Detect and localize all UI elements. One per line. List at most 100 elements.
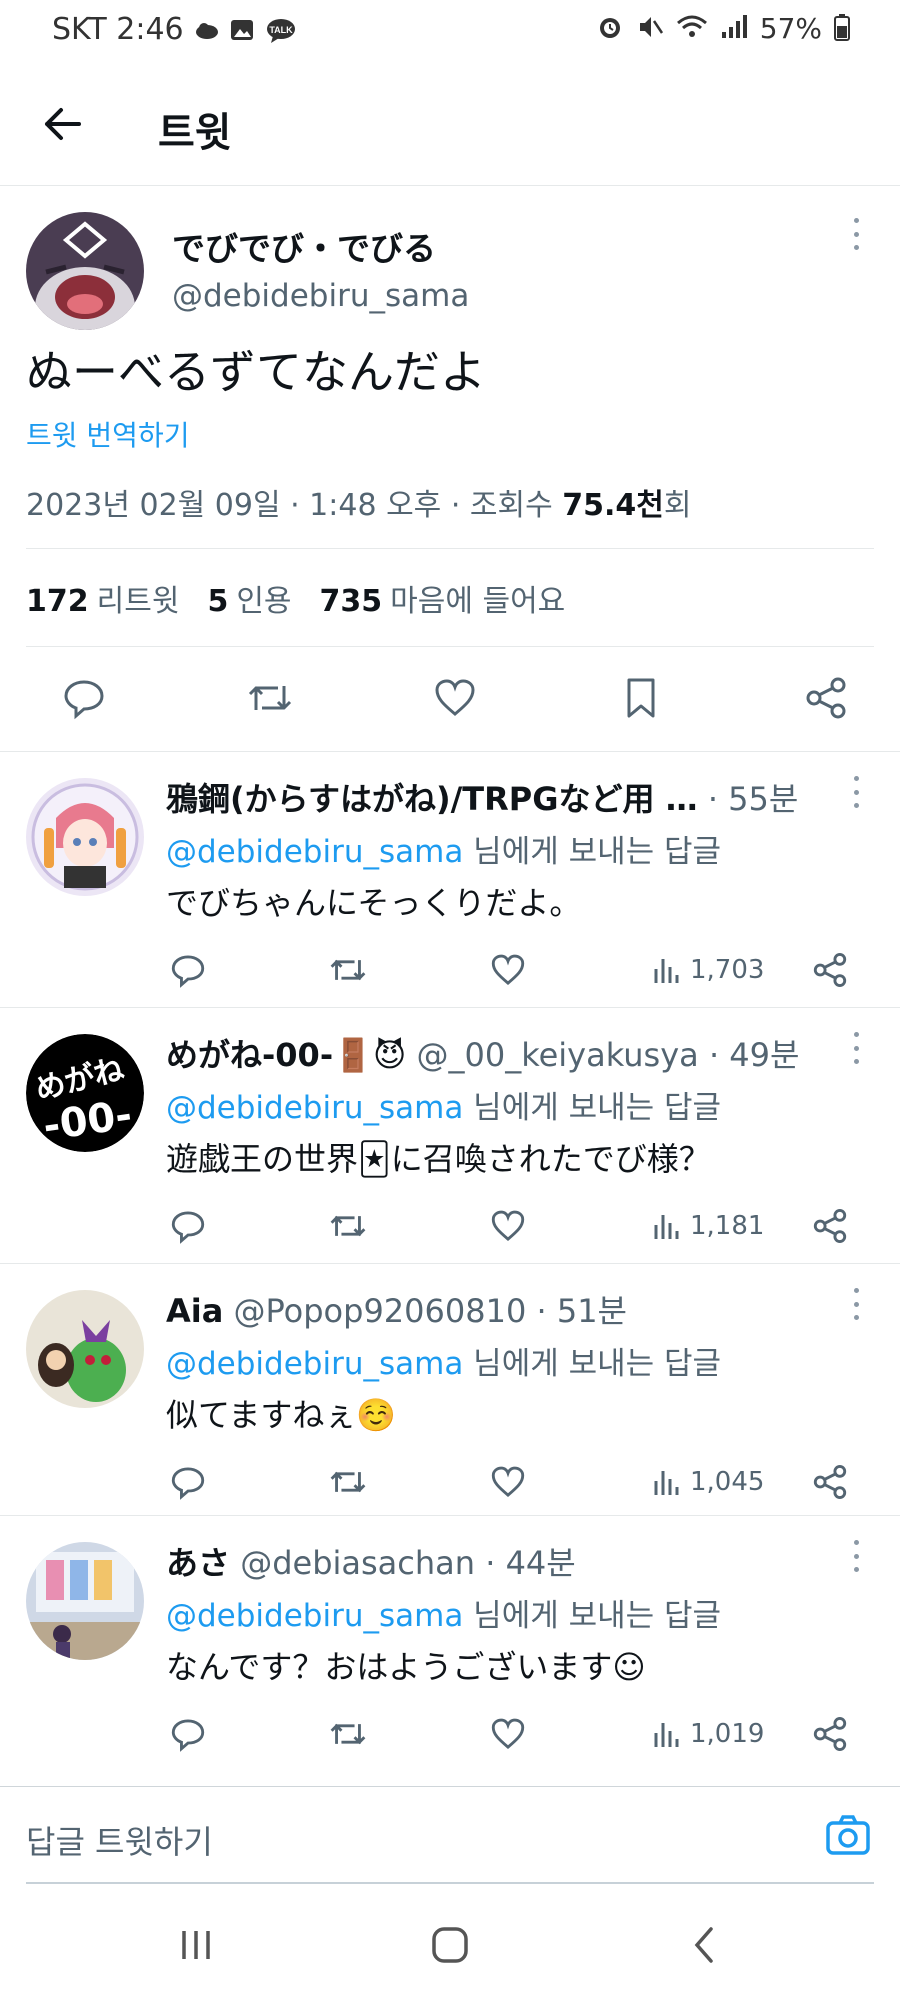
back-button[interactable] — [38, 102, 88, 146]
more-options-icon[interactable] — [846, 1536, 866, 1576]
tweet-timestamp: 2023년 02월 09일 · 1:48 오후 · 조회수 — [26, 488, 563, 523]
main-tweet: でびでび・でびる @debidebiru_sama ぬーべるずてなんだよ 트윗 … — [0, 186, 900, 752]
bookmark-icon[interactable] — [617, 674, 665, 722]
like-icon[interactable] — [490, 1712, 526, 1756]
retweet-icon[interactable] — [246, 674, 294, 722]
reply-actions: 1,703 — [170, 948, 850, 992]
home-icon — [432, 1927, 468, 1963]
page-title: 트윗 — [158, 110, 232, 156]
mention-link[interactable]: @debidebiru_sama — [166, 1598, 463, 1634]
more-options-icon[interactable] — [846, 214, 866, 254]
views-stat[interactable]: 1,181 — [652, 1204, 764, 1248]
status-time: SKT 2:46 — [52, 12, 184, 47]
reply-actions: 1,181 — [170, 1204, 850, 1248]
arrow-left-icon — [45, 108, 81, 140]
wifi-icon — [676, 13, 708, 45]
reply-icon[interactable] — [60, 674, 108, 722]
battery-percent: 57% — [759, 12, 822, 45]
analytics-icon — [654, 1723, 679, 1747]
reply-author-handle[interactable]: @Popop92060810 — [223, 1292, 527, 1330]
translate-link[interactable]: 트윗 번역하기 — [26, 414, 189, 454]
avatar[interactable] — [26, 1542, 144, 1660]
tweet-actions — [60, 674, 850, 722]
reply-input[interactable]: 답글 트윗하기 — [26, 1817, 213, 1863]
reply-author-name[interactable]: Aia — [166, 1292, 223, 1330]
avatar[interactable] — [26, 778, 144, 896]
reply-icon[interactable] — [170, 1460, 206, 1504]
views-count: 1,703 — [690, 955, 765, 985]
retweet-stat[interactable]: 172 리트윗 — [26, 576, 179, 620]
views-stat[interactable]: 1,703 — [652, 948, 764, 992]
views-stat[interactable]: 1,019 — [652, 1712, 764, 1756]
reply-author-name[interactable]: めがね-00-🚪😈 — [166, 1036, 406, 1074]
top-app-bar: 트윗 — [0, 62, 900, 186]
reply-actions: 1,019 — [170, 1712, 850, 1756]
view-count[interactable]: 75.4천 — [562, 488, 664, 523]
gallery-icon — [230, 18, 256, 42]
analytics-icon — [654, 1471, 679, 1495]
home-button[interactable] — [420, 1920, 480, 1970]
replying-to: @debidebiru_sama 님에게 보내는 답글 — [166, 834, 722, 870]
recents-icon — [182, 1931, 210, 1959]
reply-text: 似てますねぇ☺️ — [166, 1396, 397, 1434]
system-nav-bar — [0, 1890, 900, 2000]
reply-tweet[interactable]: あさ @debiasachan · 44분 @debidebiru_sama 님… — [0, 1516, 900, 1786]
back-nav-button[interactable] — [674, 1920, 734, 1970]
more-options-icon[interactable] — [846, 1028, 866, 1068]
mention-link[interactable]: @debidebiru_sama — [166, 1090, 463, 1126]
like-icon[interactable] — [490, 1460, 526, 1504]
more-options-icon[interactable] — [846, 772, 866, 812]
avatar[interactable] — [26, 212, 144, 330]
mention-link[interactable]: @debidebiru_sama — [166, 1346, 463, 1382]
avatar[interactable] — [26, 1290, 144, 1408]
camera-icon[interactable] — [824, 1811, 872, 1859]
reply-author-name[interactable]: あさ — [166, 1544, 230, 1582]
share-icon[interactable] — [812, 1204, 848, 1248]
reply-time: · 44분 — [475, 1544, 576, 1582]
recent-apps-button[interactable] — [166, 1920, 226, 1970]
views-count: 1,019 — [690, 1719, 765, 1749]
avatar[interactable]: めがね -00- — [26, 1034, 144, 1152]
retweet-icon[interactable] — [328, 1460, 368, 1504]
reply-author-name[interactable]: 鴉鋼(からすはがね)/TRPGなど用 … — [166, 780, 698, 818]
reply-header: あさ @debiasachan · 44분 — [166, 1538, 836, 1584]
author-name[interactable]: でびでび・でびる — [172, 222, 436, 270]
reply-time: · 51분 — [526, 1292, 627, 1330]
tweet-stats: 172 리트윗 5 인용 735 마음에 들어요 — [26, 576, 565, 620]
reply-author-handle[interactable]: @_00_keiyakusya — [406, 1036, 698, 1074]
retweet-icon[interactable] — [328, 1712, 368, 1756]
analytics-icon — [654, 1215, 679, 1239]
reply-icon[interactable] — [170, 948, 206, 992]
mention-link[interactable]: @debidebiru_sama — [166, 834, 463, 870]
like-icon[interactable] — [490, 1204, 526, 1248]
like-icon[interactable] — [490, 948, 526, 992]
share-icon[interactable] — [812, 1460, 848, 1504]
views-stat[interactable]: 1,045 — [652, 1460, 764, 1504]
quote-stat[interactable]: 5 인용 — [207, 576, 291, 620]
author-handle[interactable]: @debidebiru_sama — [172, 278, 469, 314]
reply-icon[interactable] — [170, 1712, 206, 1756]
share-icon[interactable] — [802, 674, 850, 722]
views-count: 1,181 — [690, 1211, 765, 1241]
retweet-icon[interactable] — [328, 1204, 368, 1248]
views-count: 1,045 — [690, 1467, 765, 1497]
reply-composer: 답글 트윗하기 — [0, 1786, 900, 1884]
share-icon[interactable] — [812, 1712, 848, 1756]
share-icon[interactable] — [812, 948, 848, 992]
replying-to: @debidebiru_sama 님에게 보내는 답글 — [166, 1346, 722, 1382]
more-options-icon[interactable] — [846, 1284, 866, 1324]
reply-tweet[interactable]: Aia @Popop92060810 · 51분 @debidebiru_sam… — [0, 1264, 900, 1516]
reply-author-handle[interactable]: @debiasachan — [230, 1544, 475, 1582]
cloud-icon — [194, 18, 220, 42]
reply-tweet[interactable]: めがね -00- めがね-00-🚪😈 @_00_keiyakusya · 49분… — [0, 1008, 900, 1264]
reply-actions: 1,045 — [170, 1460, 850, 1504]
reply-icon[interactable] — [170, 1204, 206, 1248]
like-stat[interactable]: 735 마음에 들어요 — [320, 576, 566, 620]
reply-time: · 49분 — [698, 1036, 800, 1074]
retweet-icon[interactable] — [328, 948, 368, 992]
like-icon[interactable] — [431, 674, 479, 722]
battery-icon — [834, 13, 850, 45]
reply-tweet[interactable]: 鴉鋼(からすはがね)/TRPGなど用 … · 55분 @debidebiru_s… — [0, 752, 900, 1008]
reply-text: でびちゃんにそっくりだよ。 — [166, 884, 582, 922]
divider — [26, 646, 874, 647]
